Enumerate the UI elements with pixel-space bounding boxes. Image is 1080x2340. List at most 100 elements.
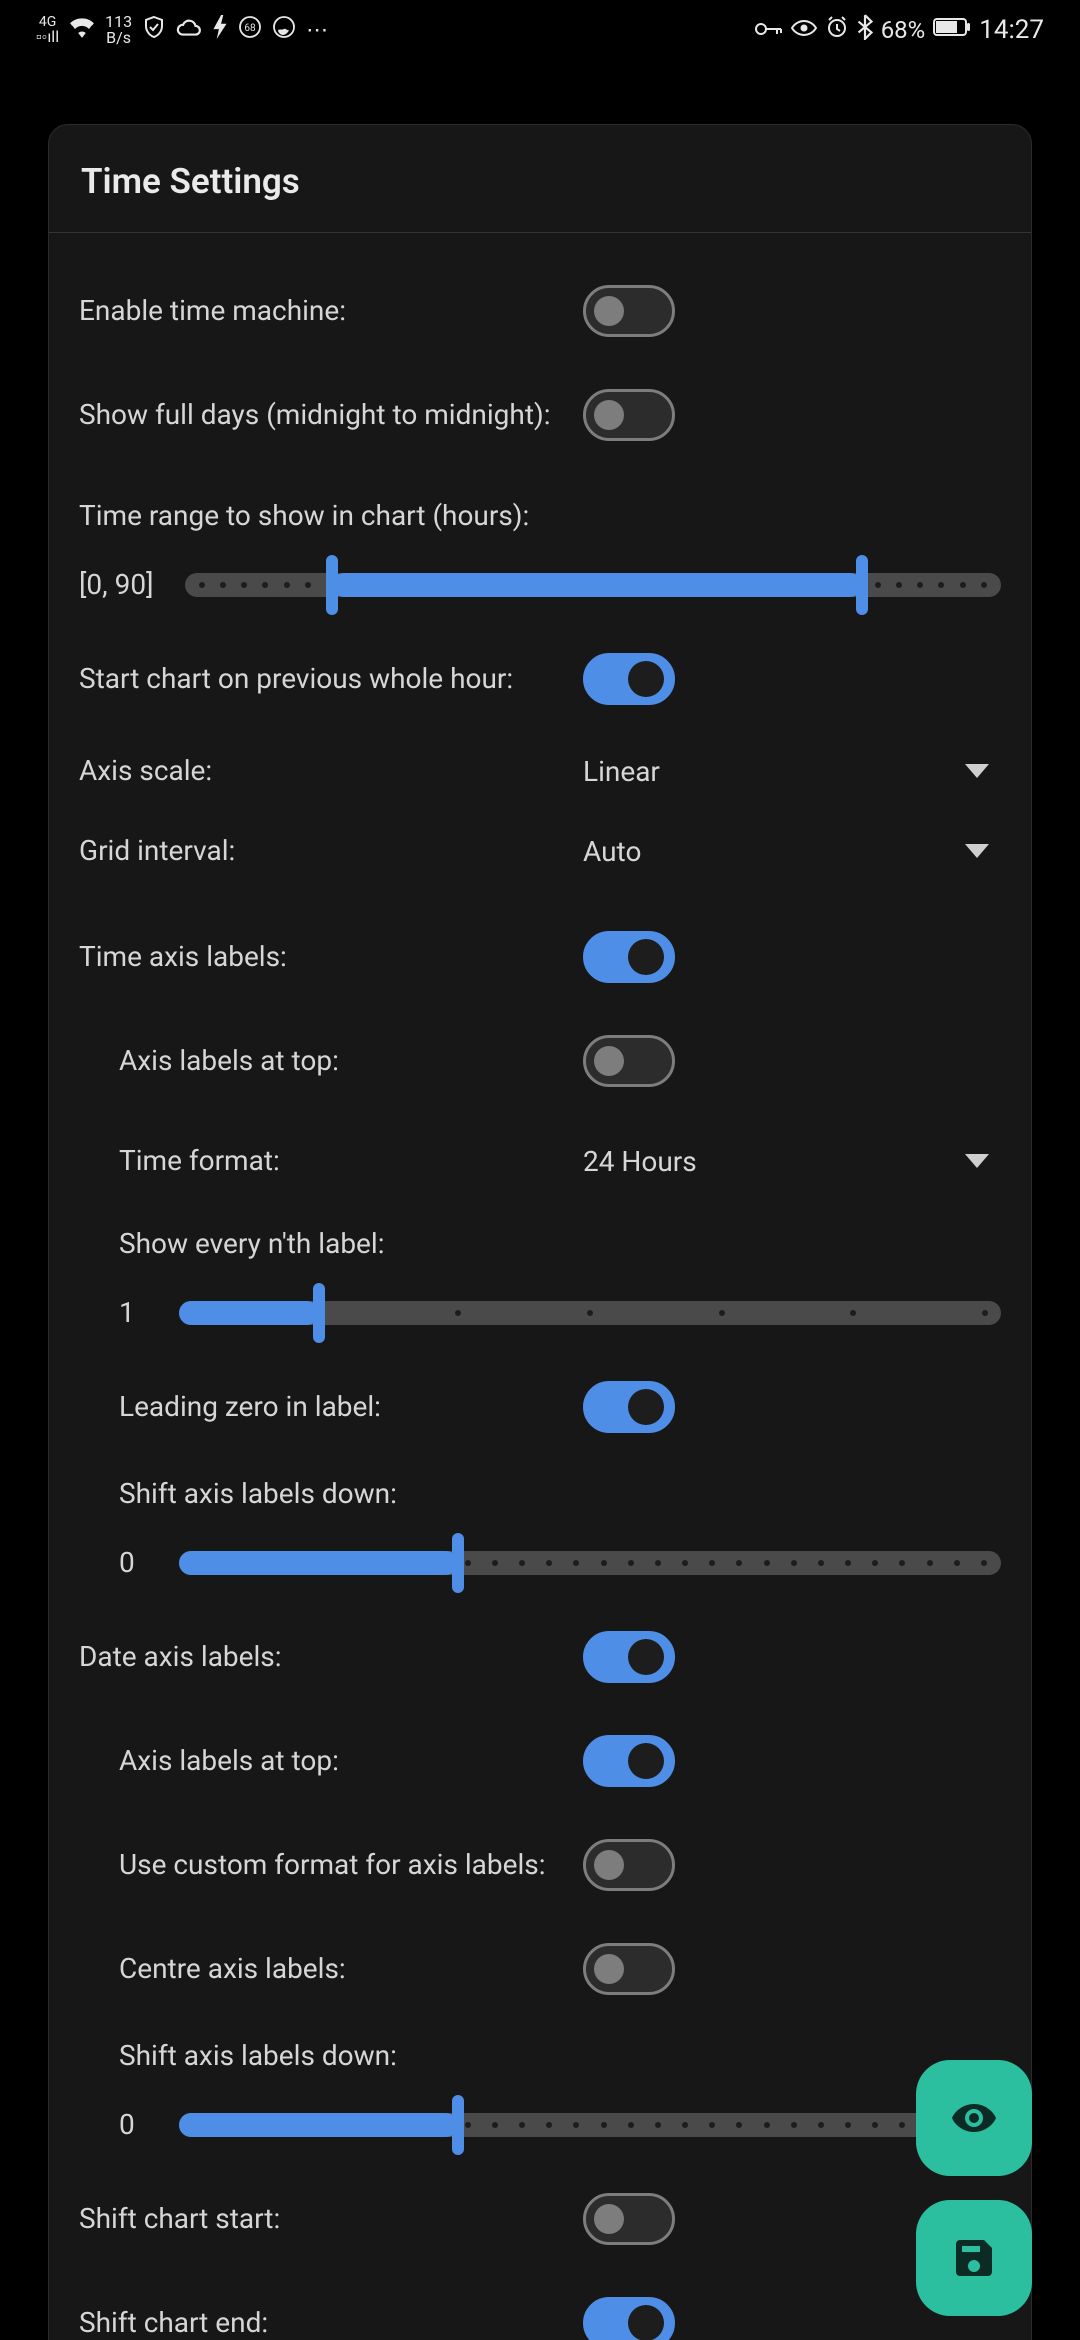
fab-preview[interactable] — [916, 2060, 1032, 2176]
settings-card: Time Settings Enable time machine: Show … — [48, 124, 1032, 2340]
toggle-show-full-days[interactable] — [583, 389, 675, 441]
label: Axis labels at top: — [119, 1042, 559, 1080]
dropdown-value: Linear — [583, 755, 660, 788]
label: Start chart on previous whole hour: — [79, 660, 559, 698]
globe-icon — [272, 15, 296, 45]
fab-save[interactable] — [916, 2200, 1032, 2316]
label-show-nth: Show every n'th label: — [119, 1209, 1001, 1282]
wifi-icon — [69, 16, 95, 44]
slider-show-nth[interactable]: 1 — [119, 1282, 1001, 1355]
toggle-time-axis-labels[interactable] — [583, 931, 675, 983]
row-grid-interval[interactable]: Grid interval: Auto — [79, 811, 1001, 891]
slider-fill — [179, 2113, 458, 2137]
bluetooth-icon — [857, 14, 873, 46]
toggle-shift-chart-end[interactable] — [583, 2297, 675, 2340]
toggle-date-axis-labels[interactable] — [583, 1631, 675, 1683]
slider-value: 0 — [119, 1546, 149, 1579]
toggle-custom-format[interactable] — [583, 1839, 675, 1891]
net-indicator: 4G ▫◦ıll — [36, 15, 59, 45]
row-d-axis-top[interactable]: Axis labels at top: — [79, 1709, 1001, 1813]
label: Time axis labels: — [79, 938, 559, 976]
save-icon — [950, 2234, 998, 2282]
range-track[interactable] — [185, 573, 1001, 597]
toggle-shift-chart-start[interactable] — [583, 2193, 675, 2245]
alarm-icon — [825, 15, 849, 45]
row-t-axis-top[interactable]: Axis labels at top: — [79, 1009, 1001, 1113]
row-start-prev-hour[interactable]: Start chart on previous whole hour: — [79, 627, 1001, 731]
row-custom-format[interactable]: Use custom format for axis labels: — [79, 1813, 1001, 1917]
label-t-shift-down: Shift axis labels down: — [119, 1459, 1001, 1532]
row-axis-scale[interactable]: Axis scale: Linear — [79, 731, 1001, 811]
slider-t-shift-down[interactable]: 0 — [119, 1532, 1001, 1605]
slider-track[interactable] — [179, 1551, 1001, 1575]
label: Use custom format for axis labels: — [119, 1846, 559, 1884]
label: Axis scale: — [79, 752, 559, 790]
label: Time format: — [119, 1142, 559, 1180]
label: Date axis labels: — [79, 1638, 559, 1676]
clock: 14:27 — [979, 15, 1044, 45]
chevron-down-icon — [965, 844, 989, 858]
row-date-axis-labels[interactable]: Date axis labels: — [79, 1605, 1001, 1709]
label: Shift chart end: — [79, 2304, 559, 2340]
toggle-t-axis-top[interactable] — [583, 1035, 675, 1087]
slider-d-shift-down[interactable]: 0 — [119, 2094, 1001, 2167]
status-right: 68% 14:27 — [755, 14, 1044, 46]
row-enable-time-machine[interactable]: Enable time machine: — [79, 259, 1001, 363]
eye-icon — [791, 18, 817, 43]
cloud-icon — [176, 17, 202, 43]
dropdown-value: Auto — [583, 835, 641, 868]
label-d-shift-down: Shift axis labels down: — [119, 2021, 1001, 2094]
range-handle-low[interactable] — [326, 555, 338, 615]
slider-fill — [179, 1551, 458, 1575]
speed-indicator: 113 B/s — [105, 14, 132, 46]
slider-track[interactable] — [179, 1301, 1001, 1325]
battery-pct: 68% — [881, 16, 926, 44]
toggle-d-axis-top[interactable] — [583, 1735, 675, 1787]
chevron-down-icon — [965, 1154, 989, 1168]
slider-value: 1 — [119, 1296, 149, 1329]
battery-icon — [933, 17, 971, 43]
label: Axis labels at top: — [119, 1742, 559, 1780]
divider — [49, 232, 1031, 233]
status-bar: 4G ▫◦ıll 113 B/s 68 ⋯ — [0, 0, 1080, 60]
label: Grid interval: — [79, 832, 559, 870]
label: Shift chart start: — [79, 2200, 559, 2238]
eye-icon — [950, 2094, 998, 2142]
slider-fill — [179, 1301, 319, 1325]
chevron-down-icon — [965, 764, 989, 778]
label: Leading zero in label: — [119, 1388, 559, 1426]
label: Show full days (midnight to midnight): — [79, 396, 559, 434]
row-shift-chart-start[interactable]: Shift chart start: — [79, 2167, 1001, 2271]
row-show-full-days[interactable]: Show full days (midnight to midnight): — [79, 363, 1001, 467]
row-leading-zero[interactable]: Leading zero in label: — [79, 1355, 1001, 1459]
bolt-icon — [212, 15, 228, 45]
fab-stack — [916, 2060, 1032, 2316]
label: Centre axis labels: — [119, 1950, 559, 1988]
label-time-range: Time range to show in chart (hours): — [79, 481, 1001, 554]
range-handle-high[interactable] — [856, 555, 868, 615]
range-fill — [332, 573, 862, 597]
toggle-leading-zero[interactable] — [583, 1381, 675, 1433]
dropdown-value: 24 Hours — [583, 1145, 697, 1178]
row-shift-chart-end[interactable]: Shift chart end: — [79, 2271, 1001, 2340]
status-left: 4G ▫◦ıll 113 B/s 68 ⋯ — [36, 14, 328, 46]
toggle-start-prev-hour[interactable] — [583, 653, 675, 705]
badge-icon: 68 — [238, 15, 262, 45]
slider-value: [0, 90] — [79, 568, 155, 601]
row-time-format[interactable]: Time format: 24 Hours — [79, 1113, 1001, 1209]
slider-handle[interactable] — [313, 1283, 325, 1343]
shield-icon — [142, 15, 166, 45]
slider-value: 0 — [119, 2108, 149, 2141]
toggle-centre-axis[interactable] — [583, 1943, 675, 1995]
slider-handle[interactable] — [452, 2095, 464, 2155]
svg-text:68: 68 — [244, 23, 256, 34]
row-time-axis-labels[interactable]: Time axis labels: — [79, 905, 1001, 1009]
slider-track[interactable] — [179, 2113, 1001, 2137]
label: Enable time machine: — [79, 292, 559, 330]
slider-handle[interactable] — [452, 1533, 464, 1593]
row-centre-axis[interactable]: Centre axis labels: — [79, 1917, 1001, 2021]
toggle-enable-time-machine[interactable] — [583, 285, 675, 337]
key-icon — [755, 18, 783, 43]
slider-time-range[interactable]: [0, 90] — [79, 554, 1001, 627]
more-icon: ⋯ — [306, 18, 328, 43]
